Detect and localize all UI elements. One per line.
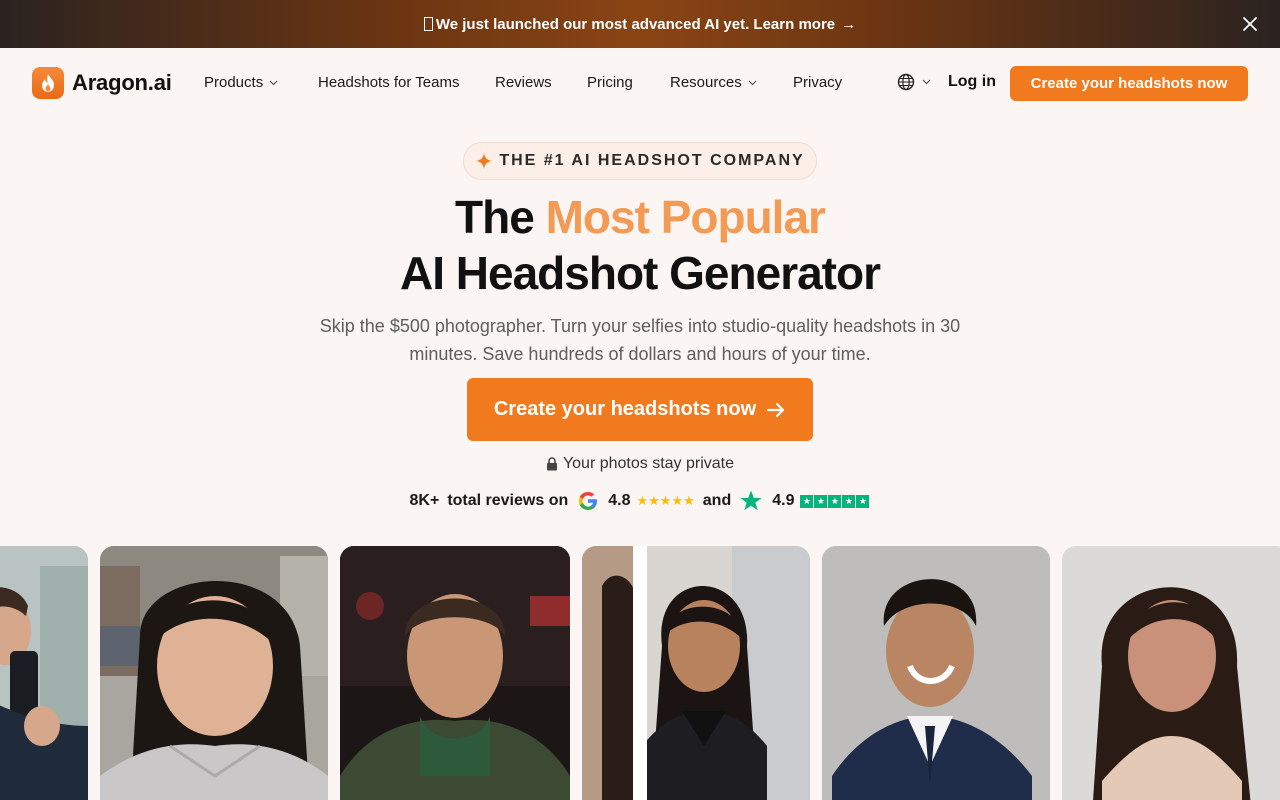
nav-item-resources[interactable]: Resources: [670, 74, 757, 91]
cta-label: Create your headshots now: [493, 398, 757, 420]
privacy-text: Your photos stay private: [562, 455, 735, 472]
trustpilot-star-icon[interactable]: [739, 489, 763, 513]
arrow-right-icon: [767, 402, 785, 417]
headshot-photo-man: [822, 546, 1050, 800]
badge-text: THE #1 AI HEADSHOT COMPANY: [499, 152, 805, 169]
chevron-down-icon: [269, 80, 278, 85]
headshot-photo-woman: [1062, 546, 1280, 800]
google-rating: 4.8: [608, 492, 631, 509]
nav-item-pricing[interactable]: Pricing: [587, 74, 633, 91]
nav-item-label: Products: [204, 74, 264, 91]
nav-item-label: Resources: [670, 74, 742, 91]
announcement-bar[interactable]: We just launched our most advanced AI ye…: [0, 0, 1280, 48]
announcement-text[interactable]: We just launched our most advanced AI ye…: [436, 16, 835, 33]
sparkle-icon: [476, 153, 493, 169]
nav-item-reviews[interactable]: Reviews: [495, 74, 552, 91]
selfie-photo-1: [0, 546, 88, 800]
headshot-photo-strip: [0, 546, 1280, 800]
selfie-photo-2: [100, 546, 328, 800]
nav-item-label: Headshots for Teams: [318, 74, 460, 91]
create-headshots-button-header[interactable]: Create your headshots now: [1010, 66, 1248, 101]
and-text: and: [702, 492, 732, 509]
title-accent: Most Popular: [545, 191, 826, 243]
create-headshots-button-hero[interactable]: Create your headshots now: [467, 378, 813, 441]
nav-item-privacy[interactable]: Privacy: [793, 74, 842, 91]
before-after-photo: [582, 546, 810, 800]
flame-logo-icon: [32, 67, 64, 99]
chevron-down-icon: [748, 80, 757, 85]
google-stars: ★★★★★: [636, 493, 695, 508]
privacy-note: Your photos stay private: [0, 455, 1280, 473]
hero-subtitle: Skip the $500 photographer. Turn your se…: [319, 316, 961, 364]
language-selector[interactable]: [897, 73, 931, 91]
reviews-summary: 8K+ total reviews on 4.8 ★★★★★ and 4.9 ★…: [0, 489, 1280, 513]
comparison-divider[interactable]: [633, 546, 647, 800]
login-link[interactable]: Log in: [948, 73, 996, 91]
nav-item-label: Privacy: [793, 74, 843, 91]
arrow-right-icon: →: [841, 15, 857, 33]
reviews-count: 8K+: [409, 492, 440, 509]
close-icon[interactable]: [1238, 12, 1262, 36]
nav-item-label: Pricing: [587, 74, 633, 91]
logo[interactable]: Aragon.ai: [32, 67, 172, 99]
selfie-photo-3: [340, 546, 570, 800]
title-part1: The: [455, 191, 546, 243]
trustpilot-stars: ★ ★ ★ ★ ★: [800, 494, 870, 508]
chevron-down-icon: [922, 79, 931, 85]
nav-item-label: Reviews: [495, 74, 552, 91]
page-title-line2: AI Headshot Generator: [400, 247, 881, 299]
top-nav: Aragon.ai Products Headshots for Teams R…: [0, 48, 1280, 120]
nav-item-headshots-for-teams[interactable]: Headshots for Teams: [318, 74, 459, 91]
lock-icon: [546, 457, 557, 471]
google-icon[interactable]: [577, 490, 599, 512]
emoji-placeholder-icon: [423, 17, 433, 31]
reviews-text: total reviews on: [447, 492, 569, 509]
nav-item-products[interactable]: Products: [204, 74, 278, 91]
trustpilot-rating: 4.9: [772, 492, 795, 509]
globe-icon: [897, 73, 915, 91]
hero-badge: THE #1 AI HEADSHOT COMPANY: [463, 142, 817, 180]
logo-text: Aragon.ai: [72, 70, 172, 95]
page-title-line1: The Most Popular: [0, 190, 1280, 244]
